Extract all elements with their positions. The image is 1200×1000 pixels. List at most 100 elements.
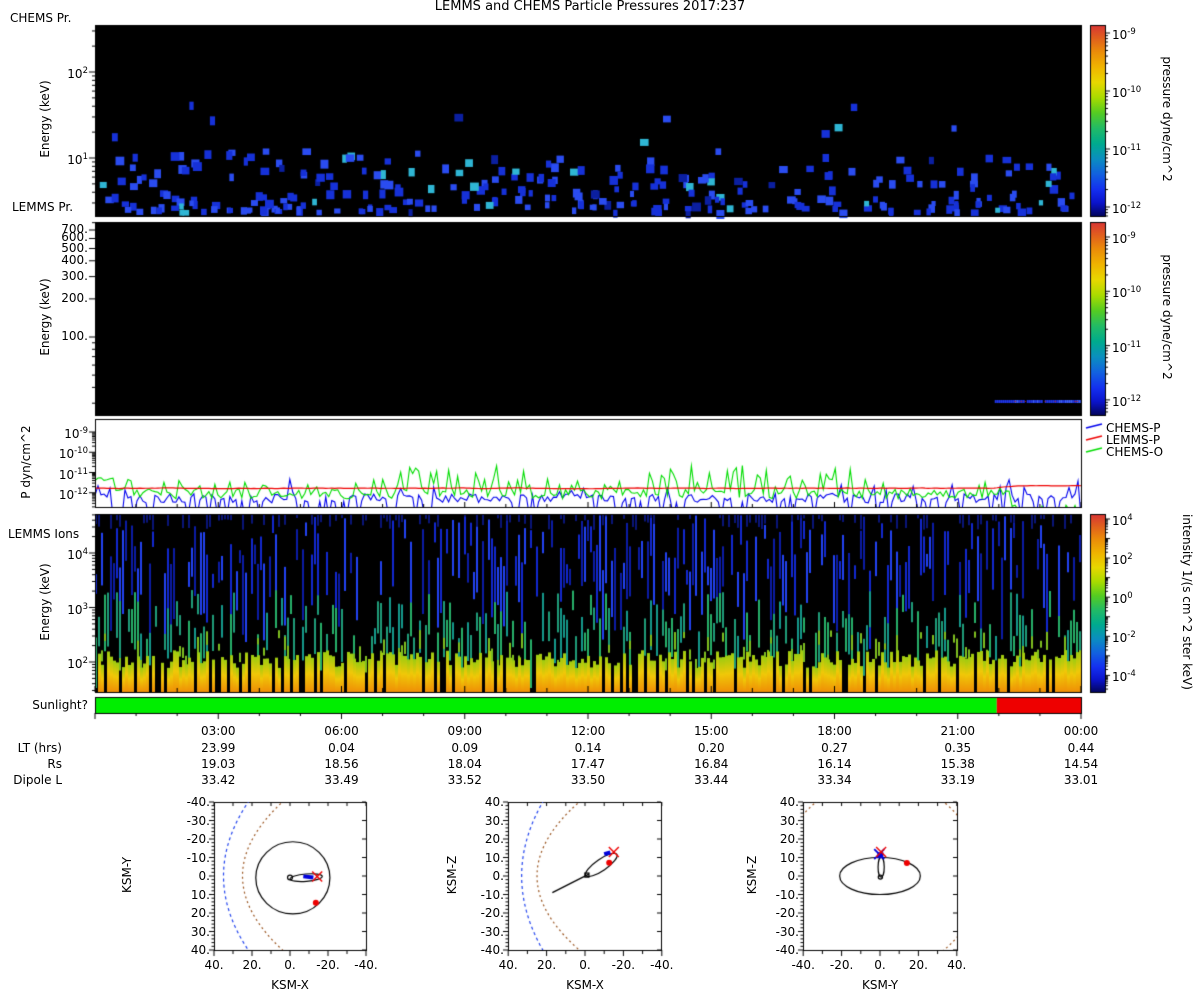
colorbar4-tick-label: 100 [1112, 591, 1133, 607]
colorbar1-tick-label: 10-10 [1112, 85, 1142, 100]
time-tick-label: 12:00 [570, 724, 606, 738]
orbit-ytick-label: 30. [190, 924, 210, 939]
time-tick-label: 21:00 [940, 724, 976, 738]
orbit-ytick-label: -30. [186, 813, 210, 828]
p2-ytick-label: 100. [61, 329, 88, 343]
ephemeris-rs-value: 16.14 [817, 757, 852, 771]
colorbar2-tick-label: 10-9 [1112, 231, 1136, 246]
ephemeris-lt-value: 0.09 [451, 741, 479, 755]
orbit-ytick-label: -20. [775, 906, 799, 920]
p4-ytick-label: 104 [67, 547, 88, 562]
orbit-xz-ylabel: KSM-Z [445, 855, 459, 895]
orbit-ytick-label: -40. [480, 943, 504, 957]
orbit-xtick-label: -40. [354, 958, 378, 972]
ephemeris-lt-value: 0.20 [697, 741, 725, 755]
orbit-ytick-label: -10. [186, 850, 210, 865]
orbit-ytick-label: 0. [492, 869, 504, 883]
orbit-ytick-label: 20. [190, 906, 210, 920]
figure-title: LEMMS and CHEMS Particle Pressures 2017:… [434, 0, 746, 14]
ephemeris-rs-value: 18.56 [324, 757, 359, 771]
colorbar2-tick-label: 10-10 [1112, 285, 1142, 301]
colorbar2-tick-label: 10-12 [1112, 393, 1142, 409]
time-tick-label: 09:00 [447, 724, 483, 738]
orbit-ytick-label: -30. [480, 924, 504, 939]
orbit-ytick-label: -20. [186, 832, 210, 846]
p3-ytick-label: 10-11 [58, 466, 88, 482]
colorbar4-tick-label: 10-4 [1112, 669, 1136, 685]
ephemeris-rs-value: 19.03 [201, 757, 236, 771]
ephemeris-lt-value: 23.99 [201, 741, 236, 755]
orbit-ytick-label: -10. [775, 887, 799, 902]
ephemeris-lt-value: 0.35 [944, 741, 972, 755]
p3-ytick-label: 10-10 [58, 446, 88, 462]
orbit-xz-xlabel: KSM-X [566, 978, 604, 992]
ephemeris-row-label-dipole-l: Dipole L [13, 773, 62, 787]
ephemeris-dipole-value: 33.19 [940, 773, 975, 787]
ephemeris-dipole-value: 33.52 [447, 773, 482, 787]
orbit-ytick-label: 30. [779, 813, 799, 828]
colorbar4-tick-label: 10-2 [1112, 630, 1136, 646]
p3-ytick-label: 10-12 [58, 486, 88, 502]
orbit-ytick-label: -40. [775, 943, 799, 957]
colorbar1-tick-label: 10-9 [1112, 27, 1136, 42]
orbit-ytick-label: -20. [480, 906, 504, 920]
orbit-ytick-label: -10. [480, 887, 504, 902]
orbit-ytick-label: 0. [198, 869, 210, 883]
ephemeris-rs-value: 15.38 [940, 757, 975, 771]
orbit-ytick-label: 40. [779, 795, 799, 809]
colorbar4-tick-label: 102 [1112, 552, 1133, 568]
p2-ytick-label: 400. [61, 252, 88, 267]
ephemeris-rs-value: 18.04 [447, 757, 482, 771]
ephemeris-row-label-rs: Rs [47, 757, 62, 771]
ephemeris-dipole-value: 33.49 [324, 773, 359, 787]
p1-ytick-label: 102 [67, 66, 88, 81]
p3-ytick-label: 10-9 [64, 426, 88, 441]
ephemeris-dipole-value: 33.42 [201, 773, 236, 787]
ephemeris-rs-value: 17.47 [570, 757, 606, 771]
ephemeris-lt-value: 0.04 [328, 741, 355, 755]
orbit-xy-xlabel: KSM-X [271, 978, 309, 992]
ephemeris-lt-value: 0.14 [574, 741, 602, 755]
colorbar1-tick-label: 10-11 [1112, 143, 1142, 158]
orbit-ytick-label: 20. [779, 832, 799, 846]
ephemeris-lt-value: 0.44 [1067, 741, 1095, 755]
ephemeris-dipole-value: 33.01 [1063, 773, 1099, 787]
legend-entry-chems-o: CHEMS-O [1106, 445, 1164, 459]
orbit-ytick-label: 10. [484, 850, 504, 865]
orbit-ytick-label: 40. [190, 943, 210, 957]
ephemeris-rs-value: 16.84 [694, 757, 729, 771]
orbit-xtick-label: -40. [650, 958, 674, 972]
colorbar1-tick-label: 10-12 [1112, 201, 1142, 216]
ephemeris-dipole-value: 33.44 [694, 773, 729, 787]
orbit-ytick-label: 0. [787, 869, 799, 883]
colorbar2-unit-label: pressure dyne/cm^2 [1160, 254, 1174, 380]
orbit-ytick-label: -40. [186, 795, 210, 809]
ephemeris-dipole-value: 33.50 [570, 773, 606, 787]
orbit-ytick-label: 30. [484, 813, 504, 828]
orbit-ytick-label: -30. [775, 924, 799, 939]
orbit-ytick-label: 10. [779, 850, 799, 865]
colorbar1-unit-label: pressure dyne/cm^2 [1160, 56, 1174, 182]
orbit-ytick-label: 10. [190, 887, 210, 902]
time-tick-label: 00:00 [1063, 724, 1099, 738]
lemms-chems-pressure-figure: LEMMS and CHEMS Particle Pressures 2017:… [0, 0, 1200, 1000]
orbit-xtick-label: 40. [947, 958, 967, 972]
colorbar4-tick-label: 104 [1112, 513, 1133, 528]
p2-ytick-label: 200. [61, 290, 88, 305]
p4-ytick-label: 102 [67, 656, 88, 671]
panel1-ylabel: Energy (keV) [38, 80, 52, 158]
panel3-ylabel: P dyn/cm^2 [19, 425, 33, 499]
ephemeris-lt-value: 0.27 [821, 741, 848, 755]
orbit-ytick-label: 40. [484, 795, 504, 809]
p1-ytick-label: 101 [67, 152, 88, 167]
ephemeris-row-label-lt: LT (hrs) [17, 741, 62, 755]
orbit-xy-ylabel: KSM-Y [120, 856, 134, 894]
ephemeris-dipole-value: 33.34 [817, 773, 852, 787]
orbit-ytick-label: 20. [484, 832, 504, 846]
time-tick-label: 15:00 [693, 724, 729, 738]
time-tick-label: 06:00 [324, 724, 359, 738]
time-tick-label: 03:00 [200, 724, 236, 738]
colorbar4-unit-label: intensity 1/(s cm^2 ster keV) [1180, 514, 1194, 690]
p2-ytick-label: 300. [61, 268, 88, 283]
time-tick-label: 18:00 [817, 724, 852, 738]
